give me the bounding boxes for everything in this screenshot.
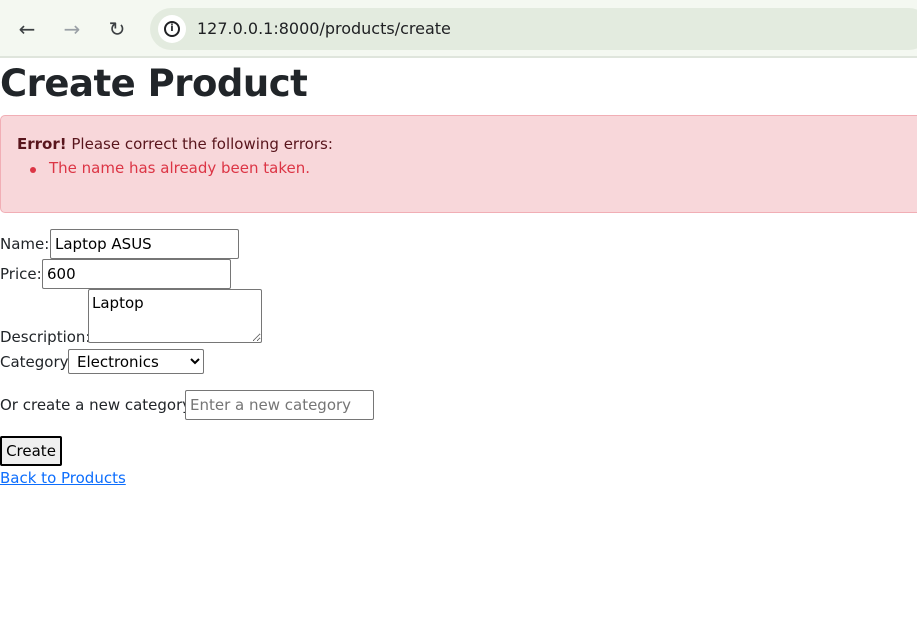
create-button[interactable]: Create	[0, 436, 62, 466]
category-select[interactable]: Electronics	[68, 349, 204, 374]
back-arrow-icon[interactable]: ←	[14, 16, 40, 42]
error-text: The name has already been taken.	[49, 159, 311, 177]
price-input[interactable]	[42, 259, 231, 289]
price-label: Price:	[0, 265, 42, 283]
page-title: Create Product	[0, 62, 308, 105]
alert-heading: Error! Please correct the following erro…	[17, 135, 333, 153]
alert-strong: Error!	[17, 135, 67, 153]
new-category-label: Or create a new category:	[0, 396, 196, 414]
info-icon: i	[164, 21, 180, 37]
site-info-button[interactable]: i	[158, 15, 186, 43]
reload-icon[interactable]: ↻	[104, 16, 130, 42]
category-label: Category	[0, 353, 69, 371]
forward-arrow-icon[interactable]: →	[59, 16, 85, 42]
new-category-input[interactable]	[185, 390, 374, 420]
description-textarea[interactable]: Laptop	[88, 289, 262, 343]
error-list-item: The name has already been taken.	[30, 159, 310, 177]
description-label: Description:	[0, 328, 91, 346]
url-text[interactable]: 127.0.0.1:8000/products/create	[197, 19, 451, 38]
name-input[interactable]	[50, 229, 239, 259]
name-label: Name:	[0, 235, 50, 253]
back-to-products-link[interactable]: Back to Products	[0, 469, 126, 487]
alert-message: Please correct the following errors:	[71, 135, 333, 153]
